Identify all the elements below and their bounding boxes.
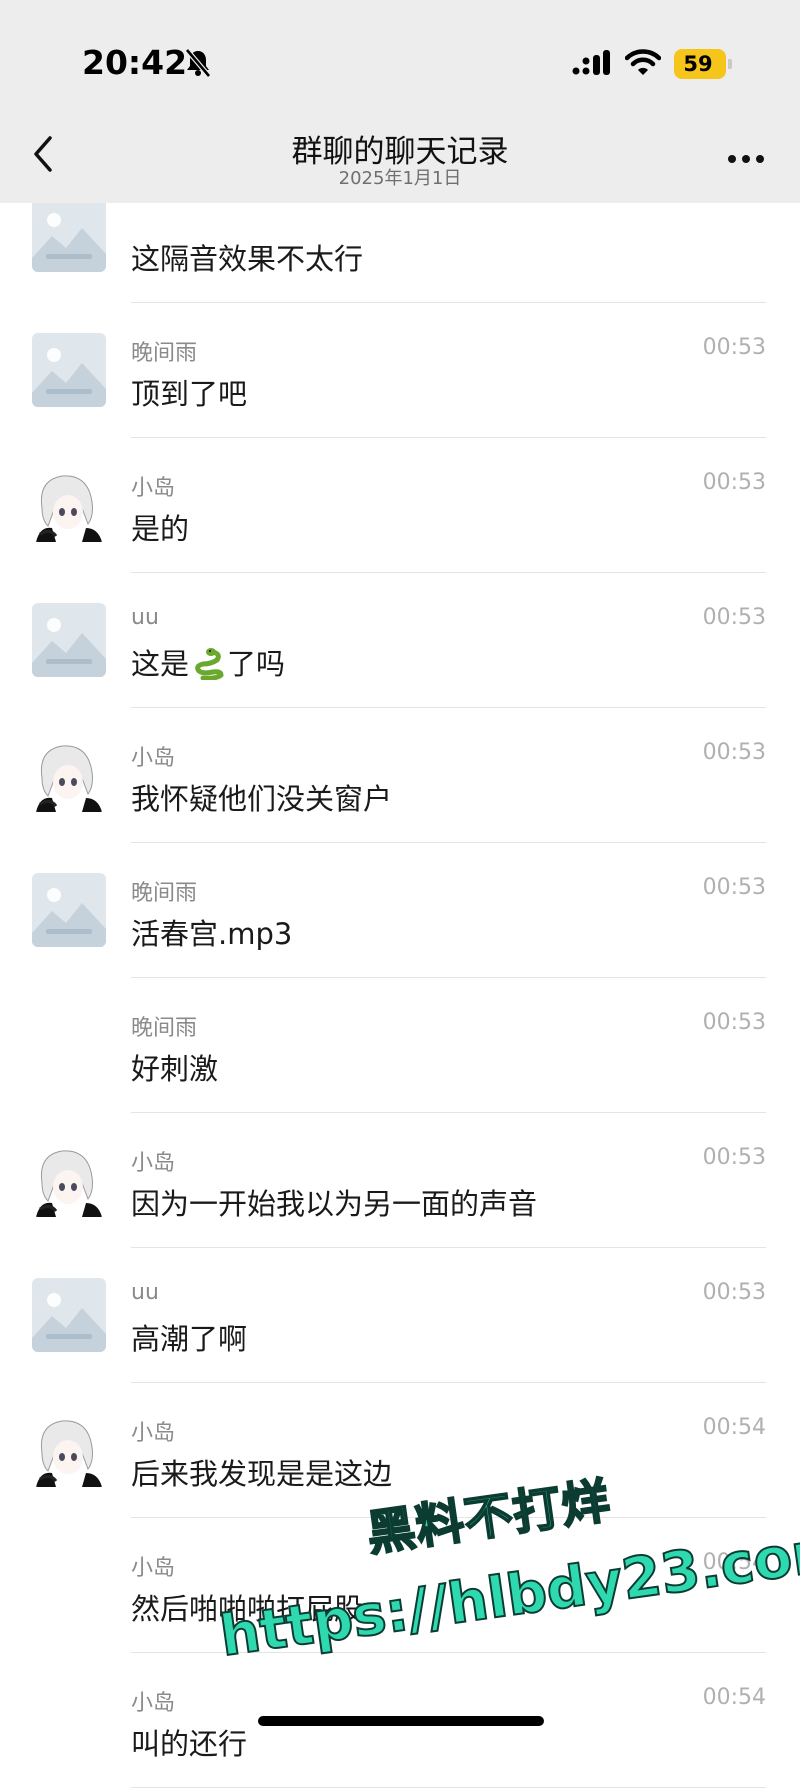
message-time: 00:53 <box>702 875 766 900</box>
message-time: 00:53 <box>702 1280 766 1305</box>
message-row[interactable]: 晚间雨 00:53 活春宫.mp3 <box>0 843 800 978</box>
message-sender: 晚间雨 <box>131 1016 198 1041</box>
message-row[interactable]: uu 00:53 这是 了吗 <box>0 573 800 708</box>
message-row[interactable]: 小岛 00:53 因为一开始我以为另一面的声音 <box>0 1113 800 1248</box>
page-subtitle-date: 2025年1月1日 <box>338 168 462 189</box>
avatar-placeholder[interactable] <box>32 198 106 272</box>
message-text-part: 这是 <box>131 647 190 681</box>
wifi-icon <box>624 48 662 80</box>
snake-emoji-icon <box>191 646 225 687</box>
message-row[interactable]: 小岛 00:53 是的 <box>0 438 800 573</box>
bell-off-icon <box>184 48 212 82</box>
message-time: 00:53 <box>702 1145 766 1170</box>
message-sender: 小岛 <box>131 746 176 771</box>
avatar-placeholder[interactable] <box>32 333 106 407</box>
message-text: 活春宫.mp3 <box>131 917 293 951</box>
message-text: 高潮了啊 <box>131 1322 248 1356</box>
more-options-icon[interactable] <box>726 150 766 169</box>
message-sender: 小岛 <box>131 1151 176 1176</box>
top-bar: 20:42 59 群聊的聊天记录 2025年1月1日 <box>0 0 800 203</box>
avatar-anime[interactable] <box>32 468 106 542</box>
message-sender: uu <box>131 1280 159 1305</box>
avatar-placeholder[interactable] <box>32 873 106 947</box>
message-row[interactable]: 晚间雨 00:53 顶到了吧 <box>0 303 800 438</box>
message-text: 因为一开始我以为另一面的声音 <box>131 1187 538 1221</box>
message-sender: 小岛 <box>131 476 176 501</box>
message-sender: 晚间雨 <box>131 881 198 906</box>
battery-cap <box>728 59 732 69</box>
message-row[interactable]: 晚间雨 00:53 好刺激 <box>0 978 800 1113</box>
message-sender: 小岛 <box>131 1691 176 1716</box>
status-time: 20:42 <box>82 43 188 82</box>
message-text: 这是 了吗 <box>131 641 285 687</box>
message-time: 00:53 <box>702 1010 766 1035</box>
avatar-anime[interactable] <box>32 1143 106 1217</box>
battery-level: 59 <box>683 52 713 76</box>
message-text: 是的 <box>131 512 190 546</box>
message-time: 00:54 <box>702 1415 766 1440</box>
cellular-signal-icon <box>572 50 612 80</box>
message-text: 我怀疑他们没关窗户 <box>131 782 393 816</box>
home-indicator[interactable] <box>258 1716 544 1726</box>
message-row[interactable]: 小岛 00:53 我怀疑他们没关窗户 <box>0 708 800 843</box>
watermark: 黑料不打烊 https://hlbdy23.com <box>180 1472 800 1741</box>
message-time: 00:53 <box>702 740 766 765</box>
message-text: 后来我发现是是这边 <box>131 1457 393 1491</box>
message-sender: 小岛 <box>131 1421 176 1446</box>
message-text: 好刺激 <box>131 1052 219 1086</box>
message-text: 顶到了吧 <box>131 377 248 411</box>
message-text: 这隔音效果不太行 <box>131 242 364 276</box>
avatar-anime[interactable] <box>32 1413 106 1487</box>
message-sender: uu <box>131 605 159 630</box>
message-text-part: 了吗 <box>227 647 286 681</box>
message-time: 00:53 <box>702 470 766 495</box>
avatar-placeholder[interactable] <box>32 603 106 677</box>
battery-icon: 59 <box>674 49 732 79</box>
message-time: 00:53 <box>702 335 766 360</box>
message-time: 00:53 <box>702 605 766 630</box>
message-sender: 晚间雨 <box>131 341 198 366</box>
message-sender: 小岛 <box>131 1556 176 1581</box>
avatar-placeholder[interactable] <box>32 1278 106 1352</box>
avatar-anime[interactable] <box>32 738 106 812</box>
message-row[interactable]: uu 00:53 高潮了啊 <box>0 1248 800 1383</box>
